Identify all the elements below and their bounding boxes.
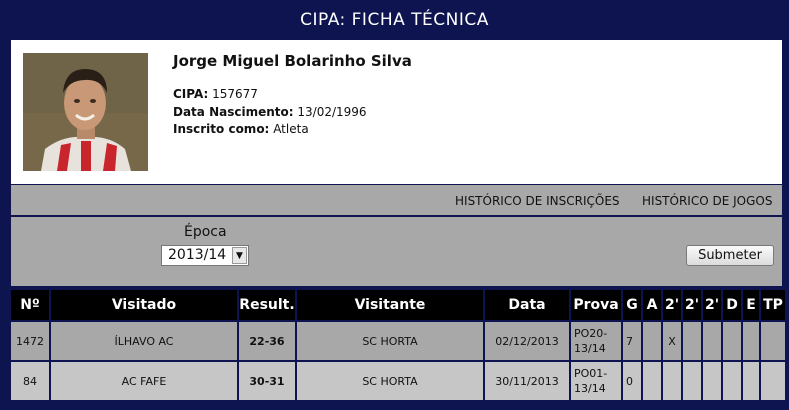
- games-table: Nº Visitado Result. Visitante Data Prova…: [9, 288, 787, 402]
- result-home: 30-: [249, 374, 270, 388]
- cell-tp: [759, 320, 787, 362]
- history-links-bar: HISTÓRICO DE INSCRIÇÕES HISTÓRICO DE JOG…: [11, 184, 782, 216]
- link-historico-inscricoes[interactable]: HISTÓRICO DE INSCRIÇÕES: [455, 194, 620, 208]
- result-away: 31: [269, 374, 285, 388]
- column-header: 2': [701, 288, 723, 322]
- cell-2min-2: [681, 320, 703, 362]
- cell-date: 30/11/2013: [483, 360, 571, 402]
- column-header: E: [741, 288, 761, 322]
- birth-line: Data Nascimento: 13/02/1996: [173, 105, 367, 119]
- cell-2min-1: X: [661, 320, 683, 362]
- submit-button[interactable]: Submeter: [686, 245, 774, 266]
- cell-result: 30-31: [237, 360, 297, 402]
- registered-value: Atleta: [273, 122, 309, 136]
- cell-num: 84: [9, 360, 51, 402]
- cell-away-team: SC HORTA: [295, 320, 485, 362]
- table-header-row: Nº Visitado Result. Visitante Data Prova…: [9, 288, 787, 322]
- cell-e: [741, 320, 761, 362]
- table-row[interactable]: 1472 ÍLHAVO AC 22-36 SC HORTA 02/12/2013…: [9, 320, 787, 362]
- prova-code: PO20-: [574, 327, 608, 340]
- season-filter: Época 2013/14 ▼ Submeter: [11, 217, 782, 286]
- column-header: Visitante: [295, 288, 485, 322]
- column-header: G: [621, 288, 643, 322]
- cell-away-team: SC HORTA: [295, 360, 485, 402]
- athlete-photo: [23, 53, 148, 171]
- table-row[interactable]: 84 AC FAFE 30-31 SC HORTA 30/11/2013 PO0…: [9, 360, 787, 402]
- cell-home-team: ÍLHAVO AC: [49, 320, 239, 362]
- column-header: Visitado: [49, 288, 239, 322]
- cell-2min-2: [681, 360, 703, 402]
- result-away: 36: [269, 334, 285, 348]
- cell-home-team: AC FAFE: [49, 360, 239, 402]
- cell-2min-1: [661, 360, 683, 402]
- cell-num: 1472: [9, 320, 51, 362]
- registered-line: Inscrito como: Atleta: [173, 122, 309, 136]
- birth-value: 13/02/1996: [297, 105, 367, 119]
- season-select[interactable]: 2013/14 ▼: [161, 245, 249, 266]
- column-header: A: [641, 288, 663, 322]
- prova-season: 13/14: [574, 342, 606, 355]
- cell-d: [721, 360, 743, 402]
- profile-card: Jorge Miguel Bolarinho Silva CIPA: 15767…: [11, 40, 782, 184]
- cell-prova: PO01- 13/14: [569, 360, 623, 402]
- cell-a: [641, 320, 663, 362]
- column-header: Nº: [9, 288, 51, 322]
- prova-season: 13/14: [574, 382, 606, 395]
- cell-tp: [759, 360, 787, 402]
- prova-code: PO01-: [574, 367, 608, 380]
- cell-d: [721, 320, 743, 362]
- birth-label: Data Nascimento:: [173, 105, 294, 119]
- cipa-line: CIPA: 157677: [173, 87, 258, 101]
- registered-label: Inscrito como:: [173, 122, 270, 136]
- cell-2min-3: [701, 320, 723, 362]
- chevron-down-icon[interactable]: ▼: [232, 247, 247, 264]
- column-header: 2': [681, 288, 703, 322]
- cell-prova: PO20- 13/14: [569, 320, 623, 362]
- cipa-value: 157677: [212, 87, 258, 101]
- result-home: 22-: [249, 334, 270, 348]
- column-header: Data: [483, 288, 571, 322]
- cell-result: 22-36: [237, 320, 297, 362]
- column-header: TP: [759, 288, 787, 322]
- cell-a: [641, 360, 663, 402]
- athlete-name: Jorge Miguel Bolarinho Silva: [173, 52, 412, 70]
- cell-e: [741, 360, 761, 402]
- cell-2min-3: [701, 360, 723, 402]
- cell-date: 02/12/2013: [483, 320, 571, 362]
- season-label: Época: [184, 224, 227, 240]
- column-header: D: [721, 288, 743, 322]
- cipa-label: CIPA:: [173, 87, 209, 101]
- page-title: CIPA: FICHA TÉCNICA: [300, 10, 489, 30]
- column-header: Prova: [569, 288, 623, 322]
- column-header: 2': [661, 288, 683, 322]
- link-historico-jogos[interactable]: HISTÓRICO DE JOGOS: [642, 194, 772, 208]
- column-header: Result.: [237, 288, 297, 322]
- season-select-value: 2013/14: [168, 247, 227, 263]
- cell-g: 0: [621, 360, 643, 402]
- cell-g: 7: [621, 320, 643, 362]
